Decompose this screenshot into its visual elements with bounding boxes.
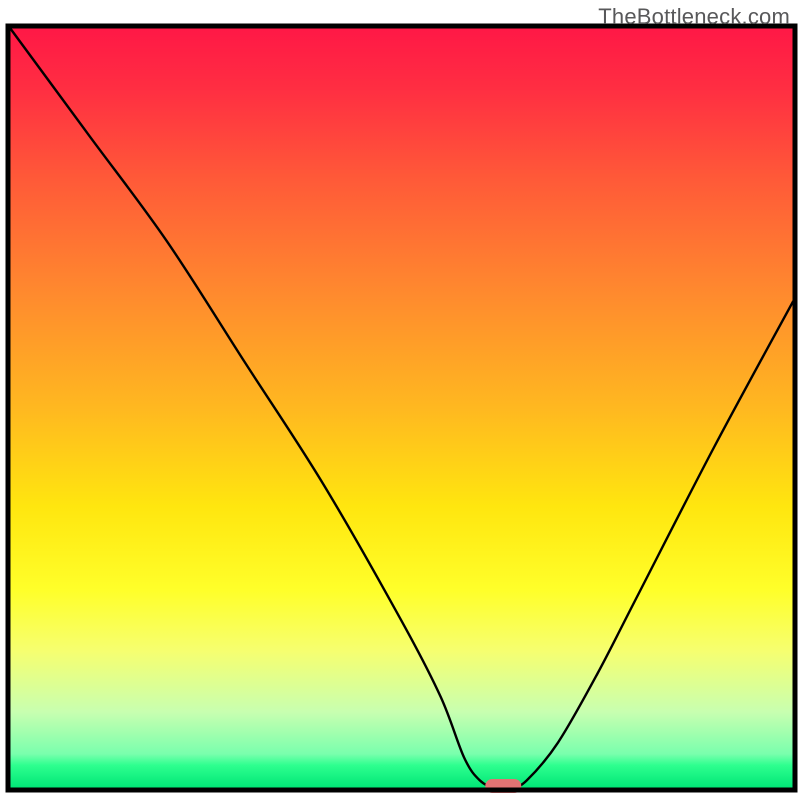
chart-container: TheBottleneck.com [0,0,800,800]
watermark-text: TheBottleneck.com [598,4,790,30]
bottleneck-chart [0,0,800,800]
plot-background [10,28,793,788]
